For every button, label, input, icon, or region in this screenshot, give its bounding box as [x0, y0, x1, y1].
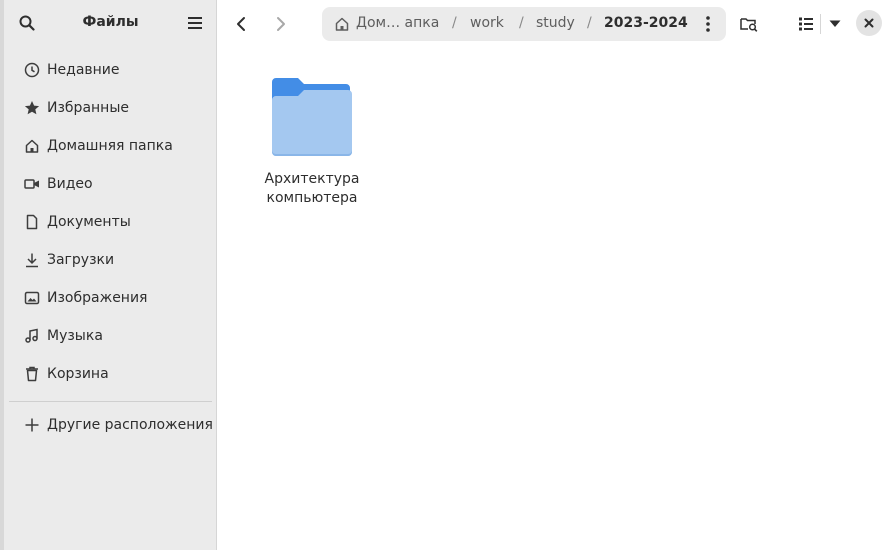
image-icon [23, 289, 41, 307]
sidebar-item-label: Другие расположения [47, 417, 213, 433]
video-icon [23, 175, 41, 193]
path-bar: Дом… апка / work / study / 2023-2024 [322, 7, 726, 41]
folder-name: Архитектура компьютера [264, 171, 360, 206]
list-view-icon [799, 17, 813, 31]
header-toolbar: Дом… апка / work / study / 2023-2024 [218, 0, 891, 48]
sidebar-item-starred[interactable]: Избранные [4, 89, 217, 127]
sidebar-item-label: Избранные [47, 100, 129, 116]
folder-icon [272, 78, 352, 156]
home-icon [334, 16, 350, 32]
breadcrumb-study[interactable]: study [536, 15, 575, 31]
home-icon [23, 137, 41, 155]
sidebar-item-videos[interactable]: Видео [4, 165, 217, 203]
folder-item[interactable]: Архитектура компьютера [260, 76, 364, 208]
star-icon [23, 99, 41, 117]
sidebar-item-trash[interactable]: Корзина [4, 355, 217, 393]
clock-icon [23, 61, 41, 79]
breadcrumb-work[interactable]: work [470, 15, 504, 31]
sidebar-item-home[interactable]: Домашняя папка [4, 127, 217, 165]
sidebar-divider [9, 401, 212, 402]
sidebar-item-label: Музыка [47, 328, 103, 344]
sidebar-places-list: Недавние Избранные Домашняя папка Видео … [4, 51, 217, 393]
sidebar-item-other-locations[interactable]: Другие расположения [4, 406, 217, 444]
view-options-dropdown[interactable] [821, 10, 849, 38]
sidebar-other-section: Другие расположения [4, 406, 217, 444]
sidebar: Файлы Недавние Избранные Домашняя папка … [4, 0, 217, 550]
document-icon [23, 213, 41, 231]
file-view: Архитектура компьютера [218, 48, 891, 550]
breadcrumb-current[interactable]: 2023-2024 [604, 15, 688, 31]
breadcrumb-home[interactable]: Дом… апка [356, 15, 439, 31]
sidebar-item-label: Недавние [47, 62, 120, 78]
sidebar-item-label: Изображения [47, 290, 148, 306]
view-mode-button[interactable] [792, 10, 820, 38]
breadcrumb-separator: / [519, 15, 524, 31]
hamburger-menu-icon [188, 17, 202, 29]
sidebar-item-recent[interactable]: Недавние [4, 51, 217, 89]
main-menu-button[interactable] [182, 10, 208, 36]
vertical-dots-icon [706, 16, 710, 32]
path-options-button[interactable] [698, 14, 718, 34]
back-button[interactable] [227, 10, 255, 38]
file-manager-window: Файлы Недавние Избранные Домашняя папка … [0, 0, 891, 550]
breadcrumb-separator: / [452, 15, 457, 31]
close-window-button[interactable] [856, 10, 882, 36]
folder-search-icon [740, 18, 758, 32]
sidebar-item-label: Видео [47, 176, 93, 192]
plus-icon [23, 416, 41, 434]
sidebar-item-label: Загрузки [47, 252, 115, 268]
trash-icon [23, 365, 41, 383]
sidebar-item-documents[interactable]: Документы [4, 203, 217, 241]
forward-button[interactable] [267, 10, 295, 38]
sidebar-item-music[interactable]: Музыка [4, 317, 217, 355]
download-icon [23, 251, 41, 269]
sidebar-item-label: Корзина [47, 366, 109, 382]
music-icon [23, 327, 41, 345]
breadcrumb-separator: / [587, 15, 592, 31]
sidebar-item-label: Документы [47, 214, 131, 230]
sidebar-item-downloads[interactable]: Загрузки [4, 241, 217, 279]
search-folder-button[interactable] [735, 10, 763, 38]
dropdown-arrow-icon [829, 20, 841, 27]
sidebar-item-label: Домашняя папка [47, 138, 173, 154]
chevron-left-icon [237, 17, 245, 31]
close-icon [864, 18, 874, 28]
sidebar-header: Файлы [4, 0, 217, 48]
chevron-right-icon [277, 17, 285, 31]
sidebar-item-pictures[interactable]: Изображения [4, 279, 217, 317]
